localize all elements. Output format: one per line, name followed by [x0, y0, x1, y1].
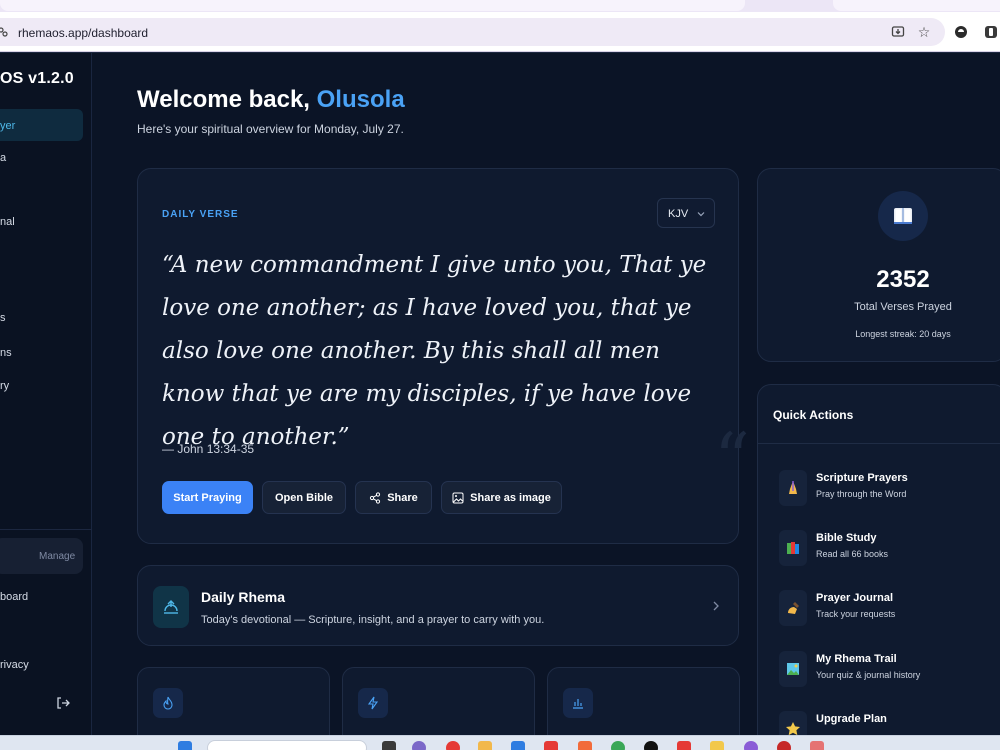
- chrome-divider: [0, 52, 1000, 53]
- translation-select[interactable]: KJV: [657, 198, 715, 228]
- sidebar-item-prayer[interactable]: yer: [0, 120, 15, 132]
- verses-stats-card: 2352 Total Verses Prayed Longest streak:…: [757, 168, 1000, 362]
- quick-action-rhema-trail[interactable]: My Rhema Trail Your quiz & journal histo…: [779, 651, 999, 691]
- sidebar-item-ns[interactable]: ns: [0, 347, 12, 359]
- taskbar-search[interactable]: [207, 740, 367, 750]
- share-label: Share: [387, 491, 418, 504]
- books-icon: [779, 530, 807, 566]
- daily-verse-card: DAILY VERSE KJV “A new commandment I giv…: [137, 168, 750, 544]
- taskbar-app-icon[interactable]: [478, 741, 492, 750]
- quick-action-desc: Track your requests: [816, 609, 896, 619]
- extension-icon-2[interactable]: [983, 24, 999, 40]
- tab-strip: [0, 0, 1000, 12]
- sidebar-item-rhema[interactable]: a: [0, 152, 6, 164]
- quick-action-prayer-journal[interactable]: Prayer Journal Track your requests: [779, 590, 999, 630]
- open-bible-button[interactable]: Open Bible: [262, 481, 346, 514]
- lightning-icon: [358, 688, 388, 718]
- install-icon[interactable]: [890, 24, 906, 40]
- quick-action-bible-study[interactable]: Bible Study Read all 66 books: [779, 530, 999, 570]
- sidebar-item-history[interactable]: ry: [0, 380, 9, 392]
- address-bar: [0, 12, 1000, 52]
- browser-tab-active[interactable]: [0, 0, 745, 11]
- quick-action-name: Prayer Journal: [816, 592, 894, 604]
- open-bible-label: Open Bible: [274, 491, 334, 504]
- taskbar-app-icon[interactable]: [710, 741, 724, 750]
- taskbar-app-icon[interactable]: [578, 741, 592, 750]
- user-name: Olusola: [316, 86, 405, 113]
- windows-start-icon[interactable]: [178, 741, 192, 750]
- daily-rhema-subtitle: Today's devotional — Scripture, insight,…: [201, 614, 545, 626]
- longest-streak: Longest streak: 20 days: [855, 329, 951, 339]
- start-praying-button[interactable]: Start Praying: [162, 481, 253, 514]
- share-button[interactable]: Share: [355, 481, 432, 514]
- daily-verse-label: DAILY VERSE: [162, 209, 239, 220]
- quick-action-name: My Rhema Trail: [816, 653, 897, 665]
- writing-hand-icon: [779, 590, 807, 626]
- quote-mark-icon: “: [714, 418, 750, 500]
- taskbar-app-icon[interactable]: [412, 741, 426, 750]
- quick-action-scripture-prayers[interactable]: Scripture Prayers Pray through the Word: [779, 470, 999, 510]
- extension-icon[interactable]: [953, 24, 969, 40]
- daily-rhema-title: Daily Rhema: [201, 589, 286, 605]
- sidebar-item-privacy[interactable]: rivacy: [0, 659, 29, 671]
- taskbar-app-icon[interactable]: [611, 741, 625, 750]
- taskbar-app-icon[interactable]: [446, 741, 460, 750]
- quick-action-desc: Pray through the Word: [816, 489, 907, 499]
- sidebar-item-s[interactable]: s: [0, 312, 6, 324]
- chevron-right-icon: [713, 601, 719, 611]
- taskbar-app-icon[interactable]: [511, 741, 525, 750]
- sunrise-icon: [153, 586, 189, 628]
- book-icon: [878, 191, 928, 241]
- verse-reference: — John 13:34-35: [162, 442, 255, 456]
- taskbar-app-icon[interactable]: [810, 741, 824, 750]
- quick-action-desc: Read all 66 books: [816, 549, 889, 559]
- share-as-image-label: Share as image: [470, 491, 551, 504]
- taskbar-app-icon[interactable]: [777, 741, 791, 750]
- star-icon[interactable]: ☆: [916, 24, 932, 40]
- taskbar-app-icon[interactable]: [677, 741, 691, 750]
- flame-icon: [153, 688, 183, 718]
- sidebar: OS v1.2.0 yer a nal s ns ry Manage board…: [0, 53, 92, 735]
- browser-tab[interactable]: [833, 0, 1000, 11]
- brand-version: OS v1.2.0: [0, 70, 74, 87]
- page-title: Welcome back, Olusola: [137, 86, 405, 114]
- start-praying-label: Start Praying: [173, 491, 242, 504]
- quick-action-name: Upgrade Plan: [816, 713, 887, 725]
- welcome-prefix: Welcome back,: [137, 86, 317, 113]
- translation-value: KJV: [668, 208, 689, 220]
- verse-text: “A new commandment I give unto you, That…: [162, 252, 707, 450]
- quick-actions-card: Quick Actions Scripture Prayers Pray thr…: [757, 384, 1000, 750]
- sidebar-item-dashboard[interactable]: board: [0, 591, 28, 603]
- sidebar-divider: [0, 529, 92, 530]
- quick-actions-title: Quick Actions: [773, 408, 854, 422]
- quick-action-name: Bible Study: [816, 532, 877, 544]
- sidebar-item-journal[interactable]: nal: [0, 216, 15, 228]
- chevron-down-icon: [697, 212, 705, 217]
- image-icon: [452, 492, 464, 503]
- total-verses-label: Total Verses Prayed: [854, 301, 952, 313]
- praying-hands-icon: [779, 470, 807, 506]
- os-taskbar: [0, 735, 1000, 750]
- url-text[interactable]: rhemaos.app/dashboard: [18, 26, 148, 40]
- manage-button[interactable]: Manage: [39, 551, 75, 562]
- quick-action-name: Scripture Prayers: [816, 472, 908, 484]
- taskbar-app-icon[interactable]: [744, 741, 758, 750]
- picture-icon: [779, 651, 807, 687]
- share-icon: [370, 491, 381, 504]
- logout-icon[interactable]: [56, 696, 70, 710]
- share-as-image-button[interactable]: Share as image: [441, 481, 562, 514]
- taskbar-app-icon[interactable]: [644, 741, 658, 750]
- bar-chart-icon: [563, 688, 593, 718]
- total-verses-count: 2352: [876, 266, 930, 293]
- taskbar-app-icon[interactable]: [544, 741, 558, 750]
- quick-action-desc: Your quiz & journal history: [816, 670, 921, 680]
- tune-icon[interactable]: [0, 27, 8, 37]
- daily-rhema-card[interactable]: Daily Rhema Today's devotional — Scriptu…: [137, 565, 739, 646]
- quick-actions-divider: [758, 443, 1000, 444]
- overview-subtitle: Here's your spiritual overview for Monda…: [137, 122, 404, 136]
- taskbar-app-icon[interactable]: [382, 741, 396, 750]
